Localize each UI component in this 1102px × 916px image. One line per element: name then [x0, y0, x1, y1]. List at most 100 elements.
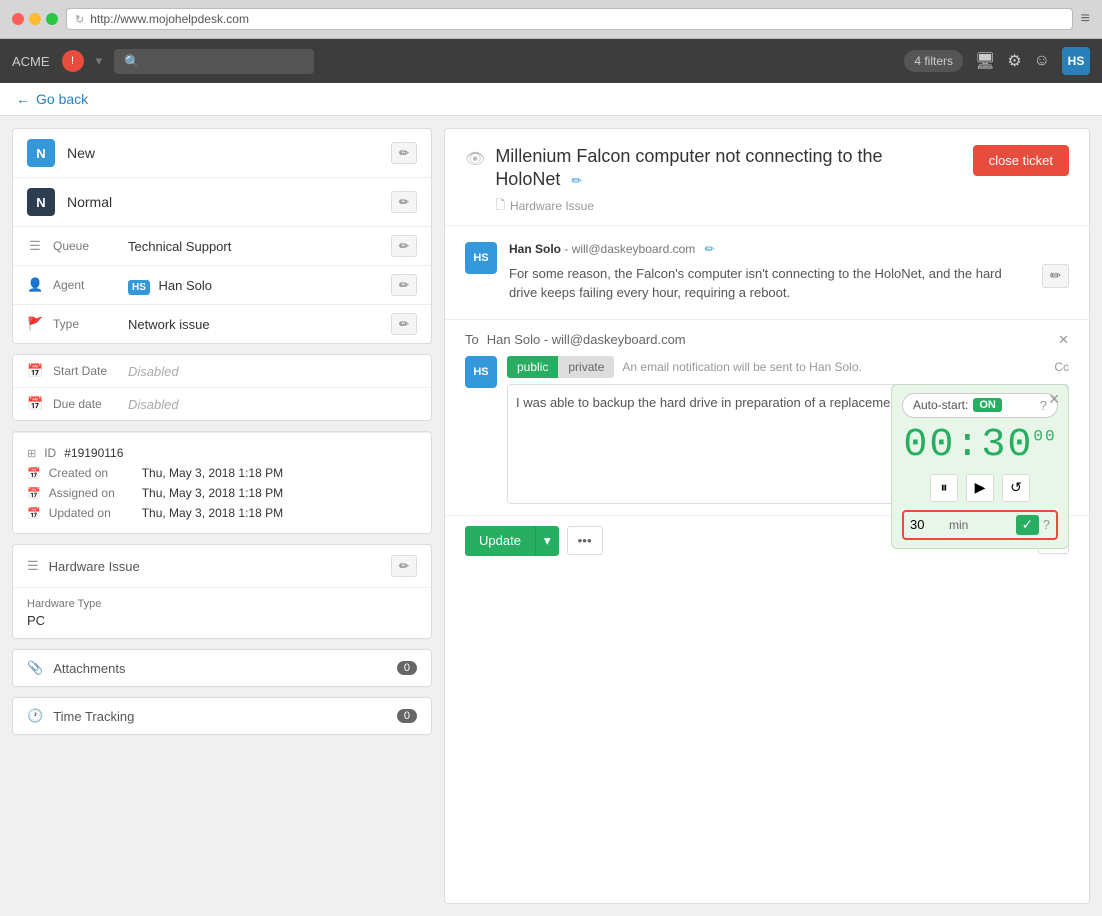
timer-help-icon[interactable]: ?: [1040, 398, 1047, 413]
type-value: Network issue: [128, 317, 381, 332]
time-tracking-label: Time Tracking: [53, 709, 397, 724]
app-title: ACME: [12, 54, 50, 69]
reply-meta: Han Solo - will@daskeyboard.com ✏: [509, 242, 1069, 256]
update-btn-group: Update ▾: [465, 526, 559, 556]
search-input[interactable]: [114, 49, 314, 74]
page-wrapper: ← Go back N New ✏ N Normal ✏: [0, 83, 1102, 916]
filters-button[interactable]: 4 filters: [904, 50, 963, 72]
reply-row: HS Han Solo - will@daskeyboard.com ✏ For…: [465, 242, 1069, 303]
meta-section: ⊞ ID #19190116 📅 Created on Thu, May 3, …: [13, 432, 431, 533]
title-edit-icon[interactable]: ✏: [571, 173, 582, 188]
timer-confirm-button[interactable]: ✓: [1016, 515, 1039, 535]
type-label: Type: [53, 317, 118, 331]
traffic-light-red[interactable]: [12, 13, 24, 25]
category-doc-icon: 🗋: [495, 196, 505, 217]
paperclip-icon: 📎: [27, 660, 43, 676]
reply-body: For some reason, the Falcon's computer i…: [509, 264, 1032, 303]
assigned-value: Thu, May 3, 2018 1:18 PM: [142, 486, 283, 500]
id-label: ID: [44, 446, 56, 460]
right-panel: 👁 Millenium Falcon computer not connecti…: [444, 128, 1090, 904]
created-label: Created on: [49, 466, 134, 480]
to-value: Han Solo - will@daskeyboard.com: [487, 332, 686, 347]
reply-edit-button[interactable]: ✏: [1042, 264, 1069, 288]
type-icon: 🚩: [27, 316, 43, 332]
header-icons: 🖥 ⚙ ☺: [975, 51, 1050, 71]
attachments-label: Attachments: [53, 661, 397, 676]
assigned-label: Assigned on: [49, 486, 134, 500]
clock-icon: 🕐: [27, 708, 43, 724]
reply-content: Han Solo - will@daskeyboard.com ✏ For so…: [509, 242, 1069, 303]
status-card: N New ✏ N Normal ✏ ☰ Queue Technical Sup…: [12, 128, 432, 344]
update-button[interactable]: Update: [465, 526, 535, 556]
cc-link[interactable]: Cc: [1054, 360, 1069, 374]
notification-button[interactable]: !: [62, 50, 84, 72]
timer-close-button[interactable]: ✕: [1048, 391, 1060, 408]
face-icon[interactable]: ☺: [1034, 52, 1050, 70]
agent-hs-badge: HS: [128, 280, 150, 295]
category-label: Hardware Issue: [49, 559, 381, 574]
close-ticket-button[interactable]: close ticket: [973, 145, 1069, 176]
compose-header: To Han Solo - will@daskeyboard.com ✕: [465, 332, 1069, 348]
gear-icon[interactable]: ⚙: [1007, 51, 1021, 71]
left-panel: N New ✏ N Normal ✏ ☰ Queue Technical Sup…: [12, 128, 432, 904]
notification-icon: !: [71, 55, 74, 67]
timer-minutes-input[interactable]: 30: [910, 517, 945, 532]
ticket-header: 👁 Millenium Falcon computer not connecti…: [445, 129, 1089, 226]
compose-body: HS public private An email notification …: [465, 356, 1069, 507]
timer-unit-label: min: [949, 518, 968, 532]
timer-display: 00:3000: [902, 426, 1058, 466]
hamburger-menu[interactable]: ≡: [1081, 10, 1090, 28]
new-status-edit-button[interactable]: ✏: [391, 142, 417, 164]
reply-header: Han Solo - will@daskeyboard.com ✏: [509, 242, 1069, 256]
monitor-icon[interactable]: 🖥: [975, 51, 995, 71]
main-content: N New ✏ N Normal ✏ ☰ Queue Technical Sup…: [0, 116, 1102, 916]
compose-right: public private An email notification wil…: [507, 356, 1069, 507]
compose-tabs: public private An email notification wil…: [507, 356, 1069, 378]
priority-edit-button[interactable]: ✏: [391, 191, 417, 213]
traffic-light-green[interactable]: [46, 13, 58, 25]
agent-icon: 👤: [27, 277, 43, 293]
priority-label: Normal: [67, 194, 379, 210]
timer-input-help-icon[interactable]: ?: [1043, 517, 1050, 532]
agent-row: 👤 Agent HS Han Solo ✏: [13, 266, 431, 305]
more-options-button[interactable]: •••: [567, 526, 603, 555]
visibility-icon: 👁: [465, 149, 485, 169]
compose-avatar: HS: [465, 356, 497, 388]
reply-body-row: For some reason, the Falcon's computer i…: [509, 264, 1069, 303]
due-icon: 📅: [27, 396, 43, 412]
close-compose-button[interactable]: ✕: [1058, 332, 1069, 348]
app-header: ACME ! ▾ 4 filters 🖥 ⚙ ☺ HS: [0, 39, 1102, 83]
reply-author-edit[interactable]: ✏: [705, 242, 715, 256]
agent-edit-button[interactable]: ✏: [391, 274, 417, 296]
status-new-row: N New ✏: [13, 129, 431, 178]
timer-controls: ⏸ ▶ ↺: [902, 474, 1058, 502]
user-avatar[interactable]: HS: [1062, 47, 1090, 75]
traffic-light-yellow[interactable]: [29, 13, 41, 25]
ticket-header-left: 👁 Millenium Falcon computer not connecti…: [465, 145, 949, 217]
update-dropdown-button[interactable]: ▾: [535, 526, 559, 556]
go-back-bar: ← Go back: [0, 83, 1102, 116]
go-back-link[interactable]: ← Go back: [16, 91, 88, 107]
type-row: 🚩 Type Network issue ✏: [13, 305, 431, 343]
hw-type-section: Hardware Type PC: [13, 587, 431, 638]
time-tracking-card: 🕐 Time Tracking 0: [12, 697, 432, 735]
tab-private-button[interactable]: private: [558, 356, 614, 378]
queue-edit-button[interactable]: ✏: [391, 235, 417, 257]
timer-pause-button[interactable]: ⏸: [930, 474, 958, 502]
timer-play-button[interactable]: ▶: [966, 474, 994, 502]
category-card: ☰ Hardware Issue ✏ Hardware Type PC: [12, 544, 432, 639]
category-edit-button[interactable]: ✏: [391, 555, 417, 577]
ticket-title: Millenium Falcon computer not connecting…: [495, 145, 948, 192]
updated-value: Thu, May 3, 2018 1:18 PM: [142, 506, 283, 520]
updated-label: Updated on: [49, 506, 134, 520]
auto-start-toggle[interactable]: ON: [973, 398, 1002, 412]
type-edit-button[interactable]: ✏: [391, 313, 417, 335]
reply-avatar: HS: [465, 242, 497, 274]
tab-public-button[interactable]: public: [507, 356, 558, 378]
timer-reset-button[interactable]: ↺: [1002, 474, 1030, 502]
address-bar[interactable]: ↻ http://www.mojohelpdesk.com: [66, 8, 1073, 30]
updated-icon: 📅: [27, 507, 41, 520]
refresh-icon: ↻: [75, 13, 84, 26]
timer-cents: 00: [1033, 427, 1056, 445]
time-tracking-row: 🕐 Time Tracking 0: [13, 698, 431, 734]
